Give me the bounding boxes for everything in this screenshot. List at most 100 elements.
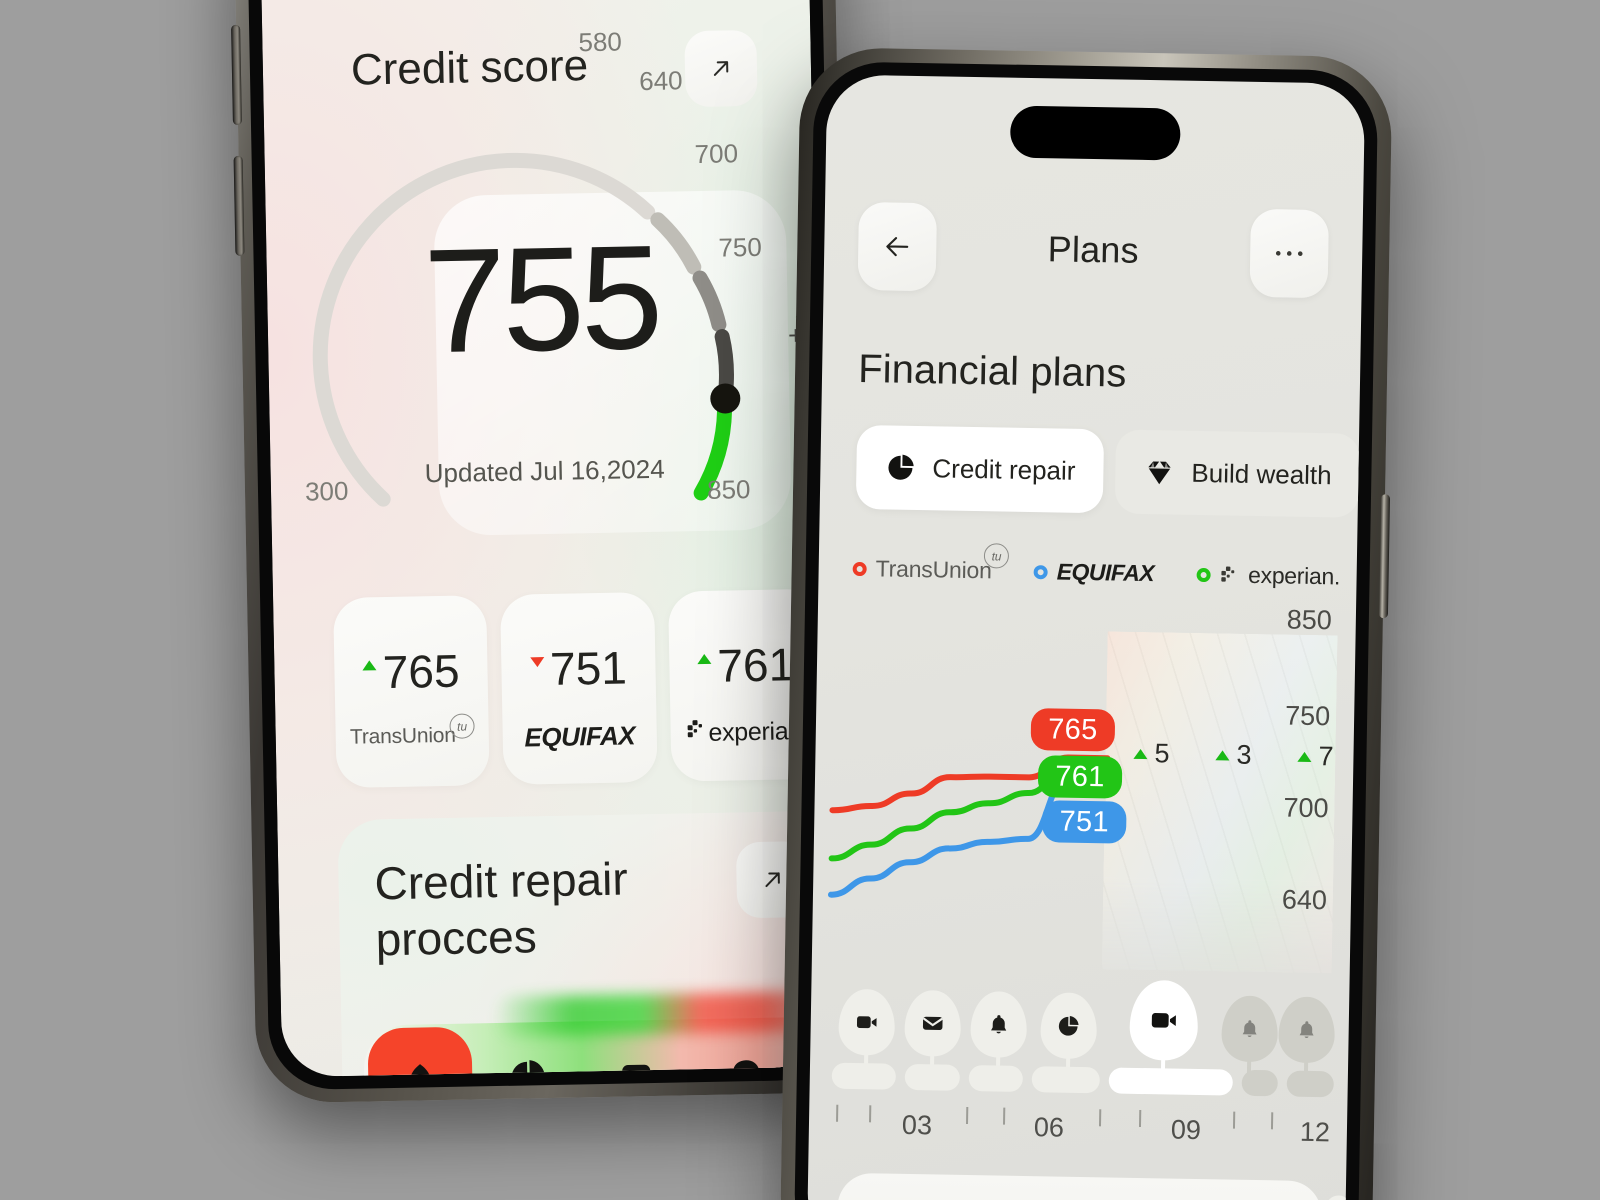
timeline-pin-video-active[interactable] — [1128, 979, 1199, 1061]
legend-dot-equifax — [1033, 564, 1048, 579]
timeline-bar-6[interactable] — [1241, 1069, 1278, 1097]
bureau-legend: TransUnion tu EQUIFAX experian. — [852, 543, 1340, 591]
timeline-pin-1-wrap[interactable] — [832, 988, 901, 1056]
timeline-bar-4[interactable] — [1031, 1066, 1100, 1094]
timeline-bar-1[interactable] — [831, 1062, 897, 1090]
bureau-score-transunion: 765 — [334, 643, 488, 700]
legend-item-transunion[interactable]: TransUnion tu — [852, 543, 1010, 584]
gauge-label-580: 580 — [578, 26, 623, 58]
bureau-card-list: 765 TransUnion tu 751 EQUIFAX 761 experi… — [333, 588, 825, 789]
axis-tick — [966, 1106, 969, 1125]
transunion-wordmark: TransUnion — [349, 723, 456, 749]
bottom-partial-card[interactable] — [835, 1172, 1323, 1200]
series-end-label-equifax: 751 — [1041, 800, 1127, 844]
section-title: Financial plans — [857, 346, 1127, 396]
equifax-wordmark: EQUIFAX — [524, 720, 636, 753]
credit-repair-process-card[interactable]: Credit repair procces — [337, 809, 831, 1078]
plan-chip-list: Credit repair Build wealth — [855, 424, 1365, 520]
diamond-icon — [1143, 456, 1176, 489]
right-phone-screen: Plans Financial plans Credit repair Buil… — [806, 74, 1366, 1200]
timeline-bar-2[interactable] — [904, 1063, 960, 1091]
timeline-pin-6-wrap[interactable] — [1221, 995, 1279, 1063]
axis-label-06: 06 — [1033, 1112, 1065, 1143]
timeline-pin-3-wrap[interactable] — [965, 991, 1032, 1059]
bureau-card-equifax[interactable]: 751 EQUIFAX — [500, 591, 658, 785]
y-tick-850: 850 — [1286, 604, 1333, 636]
timeline-pin-2-wrap[interactable] — [900, 989, 967, 1057]
timeline-pin-envelope[interactable] — [904, 989, 962, 1057]
series-end-label-transunion: 765 — [1030, 708, 1116, 752]
bell-icon — [991, 1015, 1007, 1034]
axis-tick — [1232, 1111, 1236, 1129]
credit-repair-title: Credit repair procces — [374, 850, 629, 967]
pie-chart-icon — [884, 451, 917, 484]
timeline-pin-4-wrap[interactable] — [1031, 992, 1106, 1060]
y-tick-750: 750 — [1284, 700, 1331, 732]
credit-repair-title-line2: procces — [375, 910, 538, 966]
axis-label-12: 12 — [1299, 1116, 1331, 1148]
timeline-pin-bell-1[interactable] — [970, 991, 1028, 1059]
axis-tick — [1138, 1109, 1142, 1128]
legend-item-equifax[interactable]: EQUIFAX — [1033, 558, 1154, 587]
bell-icon — [1299, 1021, 1314, 1038]
gauge-score-value: 755 — [422, 214, 661, 385]
axis-tick — [1098, 1109, 1102, 1127]
timeline-pin-bell-2[interactable] — [1221, 995, 1279, 1063]
timeline-bar-3[interactable] — [968, 1065, 1024, 1092]
pie-chart-icon — [1058, 1015, 1079, 1036]
timeline-pin-5-wrap[interactable] — [1105, 979, 1223, 1061]
plan-chip-build-wealth[interactable]: Build wealth — [1114, 429, 1361, 518]
timeline-bar-7[interactable] — [1286, 1070, 1334, 1098]
timeline-pin-7-wrap[interactable] — [1277, 996, 1335, 1064]
timeline-bar-row — [831, 1062, 1334, 1098]
plans-header: Plans — [857, 201, 1330, 299]
timeline-pin-bell-3[interactable] — [1277, 996, 1335, 1064]
forecast-delta-1: 5 — [1133, 738, 1170, 770]
legend-dot-transunion — [852, 561, 867, 576]
axis-tick — [1003, 1107, 1006, 1125]
y-tick-700: 700 — [1283, 792, 1329, 824]
gauge-label-700: 700 — [694, 138, 739, 170]
timeline-pin-row — [832, 975, 1335, 1064]
axis-tick — [836, 1104, 839, 1122]
legend-dot-experian — [1196, 567, 1211, 582]
timeline-bar-active[interactable] — [1108, 1067, 1234, 1096]
score-text: 761 — [716, 638, 795, 692]
score-history-chart: 5 3 7 765 761 751 850 750 700 640 — [812, 604, 1356, 974]
arrow-up-right-icon — [765, 872, 780, 888]
dynamic-island — [1009, 105, 1181, 161]
bureau-score-equifax: 751 — [501, 640, 655, 697]
volume-down-button[interactable] — [233, 155, 245, 256]
chart-y-axis: 850 750 700 640 — [1256, 604, 1332, 973]
legend-label-transunion: TransUnion tu — [875, 543, 1010, 584]
timeline-axis: 03 06 09 12 — [831, 1104, 1338, 1160]
y-tick-640: 640 — [1281, 884, 1328, 916]
left-phone-screen: Credit score 300 580 640 700 750 850 755… — [259, 0, 831, 1078]
tabbar-glow — [492, 990, 831, 1038]
right-phone-device: Plans Financial plans Credit repair Buil… — [779, 46, 1393, 1200]
score-text: 765 — [382, 644, 461, 699]
axis-label-03: 03 — [901, 1109, 933, 1141]
triangle-up-icon — [697, 653, 712, 665]
more-options-button[interactable] — [1249, 208, 1330, 299]
forecast-delta-2: 3 — [1215, 739, 1252, 771]
delta-value: 5 — [1154, 738, 1170, 769]
tab-home[interactable] — [367, 1026, 474, 1078]
envelope-icon — [923, 1016, 943, 1031]
plan-chip-credit-repair[interactable]: Credit repair — [855, 424, 1105, 514]
timeline-pin-pie[interactable] — [1039, 992, 1097, 1060]
power-button[interactable] — [1378, 494, 1391, 619]
legend-item-experian[interactable]: experian. — [1196, 561, 1340, 591]
credit-score-gauge: 300 580 640 700 750 850 755 +6 Updated J… — [263, 26, 820, 569]
home-icon — [410, 1064, 431, 1078]
transunion-tu-mark: tu — [449, 713, 475, 739]
timeline-pin-video-1[interactable] — [837, 988, 896, 1056]
volume-up-button[interactable] — [231, 24, 242, 125]
bureau-card-transunion[interactable]: 765 TransUnion tu — [333, 595, 491, 789]
video-icon — [1151, 1013, 1176, 1028]
plan-chip-label: Build wealth — [1191, 457, 1332, 490]
transunion-tu-mark: tu — [983, 543, 1010, 569]
scene: Credit score 300 580 640 700 750 850 755… — [0, 0, 1600, 1200]
ellipsis-icon — [1275, 250, 1303, 256]
axis-tick — [1270, 1112, 1274, 1130]
